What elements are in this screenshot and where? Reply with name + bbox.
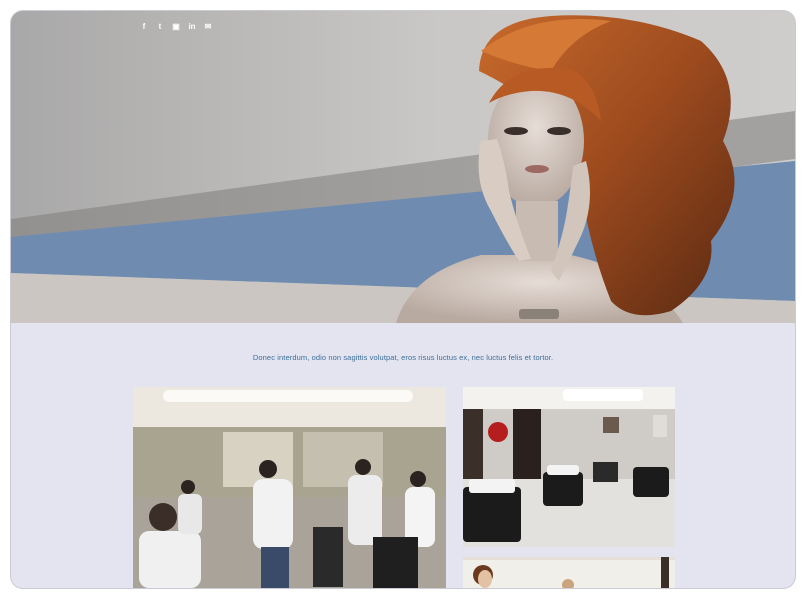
salon-staff-image: [463, 557, 675, 588]
linkedin-icon[interactable]: in: [187, 22, 197, 32]
salon-busy-image: [133, 387, 446, 588]
page-frame: f t ▣ in ✉ Donec interdum, odio non sagi…: [11, 11, 795, 588]
hero-banner: f t ▣ in ✉: [11, 11, 795, 323]
salon-chairs-image: [463, 387, 675, 547]
twitter-icon[interactable]: t: [155, 22, 165, 32]
gallery-photo-salon-chairs[interactable]: [463, 387, 675, 547]
email-icon[interactable]: ✉: [203, 22, 213, 32]
hero-image: [11, 11, 795, 323]
social-icons: f t ▣ in ✉: [139, 22, 213, 32]
gallery-photo-salon-staff[interactable]: [463, 557, 675, 588]
gallery-photo-busy-salon[interactable]: [133, 387, 446, 588]
instagram-icon[interactable]: ▣: [171, 22, 181, 32]
tagline-text: Donec interdum, odio non sagittis volutp…: [252, 353, 554, 362]
facebook-icon[interactable]: f: [139, 22, 149, 32]
